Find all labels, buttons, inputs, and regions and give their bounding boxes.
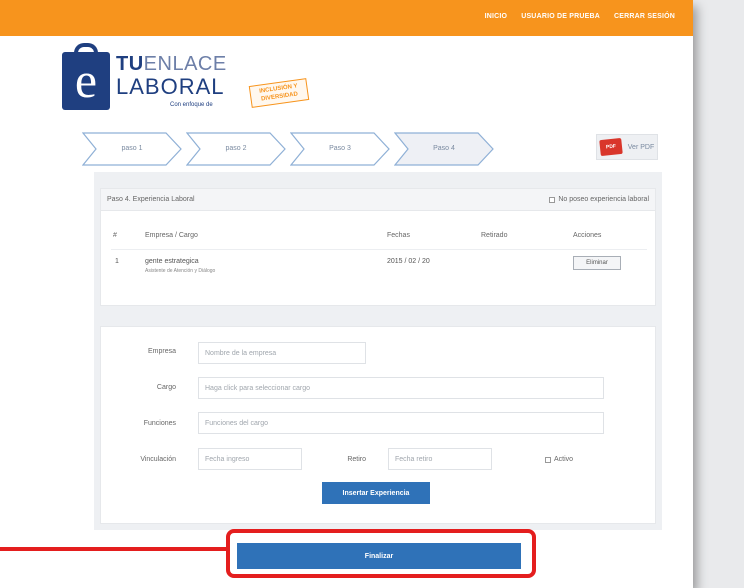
col-actions: Acciones [573, 232, 602, 239]
row-position: Asistente de Atención y Diálogo [145, 268, 216, 274]
step-1-label: paso 1 [121, 145, 143, 152]
step-2[interactable]: paso 2 [186, 132, 286, 166]
nav-user-link[interactable]: USUARIO DE PRUEBA [521, 13, 600, 20]
top-bar: INICIO USUARIO DE PRUEBA CERRAR SESIÓN [0, 0, 693, 36]
no-experience-option[interactable]: No poseo experiencia laboral [549, 196, 649, 203]
step-3-label: Paso 3 [329, 145, 351, 152]
functions-label: Funciones [143, 420, 176, 427]
company-label: Empresa [147, 348, 176, 355]
step-4[interactable]: Paso 4 [394, 132, 494, 166]
bag-icon: e [62, 43, 110, 110]
step-1[interactable]: paso 1 [82, 132, 182, 166]
active-label: Activo [554, 456, 574, 463]
pdf-icon: PDF [598, 137, 623, 157]
logo-tagline: Con enfoque de [170, 102, 213, 108]
link-label: Vinculación [140, 456, 176, 463]
view-pdf-button[interactable]: PDF Ver PDF [596, 134, 658, 160]
retire-date-input[interactable]: Fecha retiro [388, 448, 492, 470]
step-3[interactable]: Paso 3 [290, 132, 390, 166]
logo-line1: TUENLACE [116, 53, 227, 75]
company-input[interactable]: Nombre de la empresa [198, 342, 366, 364]
view-pdf-label: Ver PDF [627, 143, 655, 151]
row-dates: 2015 / 02 / 20 [387, 258, 430, 265]
highlight-box [226, 529, 536, 578]
top-nav: INICIO USUARIO DE PRUEBA CERRAR SESIÓN [485, 13, 675, 20]
experience-panel-header: Paso 4. Experiencia Laboral No poseo exp… [101, 189, 655, 211]
active-checkbox[interactable] [545, 456, 551, 463]
experience-panel: Paso 4. Experiencia Laboral No poseo exp… [100, 188, 656, 306]
functions-input[interactable]: Funciones del cargo [198, 412, 604, 434]
row-number: 1 [115, 258, 119, 265]
col-number: # [113, 232, 117, 239]
col-dates: Fechas [387, 232, 410, 239]
no-experience-label: No poseo experiencia laboral [558, 196, 649, 203]
experience-title: Paso 4. Experiencia Laboral [107, 196, 195, 203]
logo-stamp: INCLUSIÓN Y DIVERSIDAD [248, 78, 310, 108]
insert-experience-button[interactable]: Insertar Experiencia [322, 482, 430, 504]
delete-button[interactable]: Eliminar [573, 256, 621, 270]
position-input[interactable]: Haga click para seleccionar cargo [198, 377, 604, 399]
nav-logout-link[interactable]: CERRAR SESIÓN [614, 13, 675, 20]
no-experience-checkbox[interactable] [549, 196, 556, 203]
site-logo[interactable]: e TUENLACE LABORAL Con enfoque de INCLUS… [62, 42, 322, 122]
position-label: Cargo [156, 384, 176, 391]
header-divider [111, 249, 647, 250]
logo-line2: LABORAL [116, 74, 225, 99]
step-4-label: Paso 4 [433, 145, 455, 152]
browser-frame: INICIO USUARIO DE PRUEBA CERRAR SESIÓN e… [0, 0, 693, 588]
retire-label: Retiro [347, 456, 366, 463]
step-2-label: paso 2 [225, 145, 247, 152]
link-date-input[interactable]: Fecha ingreso [198, 448, 302, 470]
row-company: gente estrategica [145, 258, 199, 265]
col-company: Empresa / Cargo [145, 232, 198, 239]
pointer-line [0, 547, 228, 551]
nav-home-link[interactable]: INICIO [485, 13, 508, 20]
col-retired: Retirado [481, 232, 508, 239]
active-option[interactable]: Activo [545, 456, 573, 463]
